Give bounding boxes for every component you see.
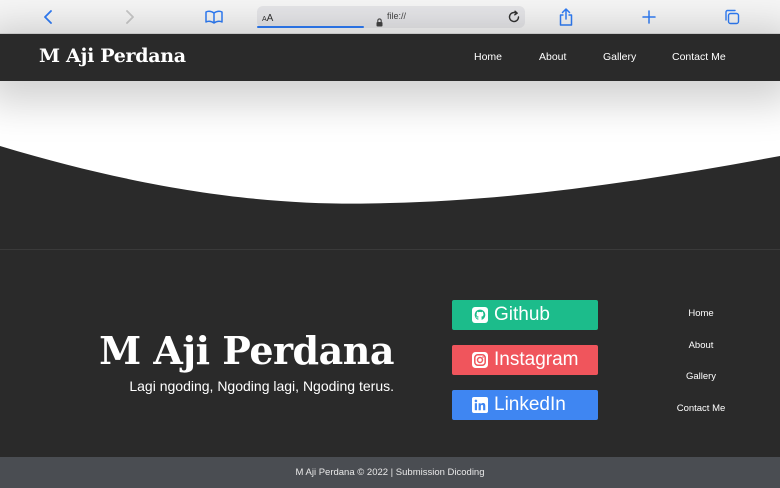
footer-wave	[0, 146, 780, 250]
github-label: Github	[494, 304, 550, 325]
instagram-icon	[470, 351, 489, 370]
share-icon[interactable]	[556, 7, 576, 27]
nav-link-about[interactable]: About	[539, 51, 566, 63]
linkedin-label: LinkedIn	[494, 394, 566, 415]
site-navbar: M Aji Perdana Home About Gallery Contact…	[0, 34, 780, 81]
browser-toolbar: AA file://	[0, 0, 780, 34]
address-bar[interactable]: AA file://	[257, 6, 525, 28]
footer-link-home[interactable]: Home	[650, 308, 752, 319]
footer-title: M Aji Perdana	[99, 328, 394, 373]
footer-link-about[interactable]: About	[650, 340, 752, 351]
linkedin-icon	[470, 396, 489, 415]
page-load-progress	[257, 26, 364, 28]
bookmarks-icon[interactable]	[204, 7, 224, 27]
reload-icon[interactable]	[507, 9, 521, 28]
instagram-label: Instagram	[494, 349, 579, 370]
nav-link-home[interactable]: Home	[474, 51, 502, 63]
tabs-overview-icon[interactable]	[722, 7, 742, 27]
new-tab-icon[interactable]	[639, 7, 659, 27]
nav-link-contact[interactable]: Contact Me	[672, 51, 726, 63]
footer: M Aji Perdana Lagi ngoding, Ngoding lagi…	[0, 249, 780, 457]
reader-text-size-button[interactable]: AA	[262, 11, 273, 26]
lock-icon	[376, 12, 383, 31]
linkedin-button[interactable]: LinkedIn	[452, 390, 598, 420]
footer-tagline: Lagi ngoding, Ngoding lagi, Ngoding teru…	[129, 378, 394, 394]
footer-link-contact[interactable]: Contact Me	[650, 403, 752, 414]
copyright-text: M Aji Perdana © 2022 | Submission Dicodi…	[295, 467, 485, 478]
url-text[interactable]: file://	[387, 11, 406, 21]
github-icon	[470, 306, 489, 325]
instagram-button[interactable]: Instagram	[452, 345, 598, 375]
nav-link-gallery[interactable]: Gallery	[603, 51, 636, 63]
site-brand[interactable]: M Aji Perdana	[39, 45, 186, 67]
forward-icon[interactable]	[120, 7, 140, 27]
github-button[interactable]: Github	[452, 300, 598, 330]
footer-link-gallery[interactable]: Gallery	[650, 371, 752, 382]
copyright-bar: M Aji Perdana © 2022 | Submission Dicodi…	[0, 457, 780, 488]
back-icon[interactable]	[38, 7, 58, 27]
